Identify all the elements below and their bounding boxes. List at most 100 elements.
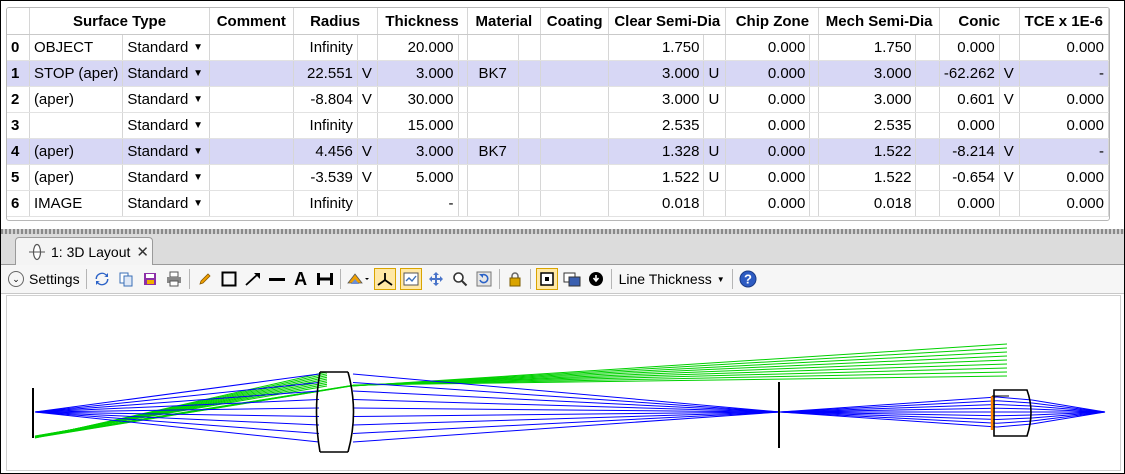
col-header-mech-semi-dia[interactable]: Mech Semi-Dia	[818, 8, 940, 35]
col-header-thickness[interactable]: Thickness	[377, 8, 468, 35]
clear-semi-dia-solve-cell[interactable]	[703, 190, 727, 217]
chevron-down-icon[interactable]: ▼	[193, 172, 203, 183]
layout-canvas[interactable]	[6, 295, 1121, 471]
thickness-solve-cell[interactable]	[458, 34, 468, 61]
material-cell[interactable]: BK7	[467, 138, 519, 165]
radius-cell[interactable]: 22.551	[293, 60, 358, 87]
material-solve-cell[interactable]	[518, 34, 542, 61]
surface-label-cell[interactable]: (aper)	[29, 138, 124, 165]
chip-zone-cell[interactable]: 0.000	[725, 86, 811, 113]
tce-cell[interactable]: 0.000	[1019, 34, 1109, 61]
thickness-solve-cell[interactable]	[458, 112, 468, 139]
arrow-icon[interactable]	[243, 268, 263, 290]
conic-solve-cell[interactable]	[999, 190, 1020, 217]
coating-cell[interactable]	[540, 86, 610, 113]
radius-solve-cell[interactable]	[357, 190, 378, 217]
surface-label-cell[interactable]: IMAGE	[29, 190, 124, 217]
thickness-solve-cell[interactable]	[458, 190, 468, 217]
thickness-cell[interactable]: 3.000	[377, 138, 459, 165]
material-solve-cell[interactable]	[518, 112, 542, 139]
conic-solve-cell[interactable]: V	[999, 86, 1020, 113]
chip-zone-solve-cell[interactable]	[809, 138, 820, 165]
mech-semi-dia-cell[interactable]: 3.000	[818, 86, 917, 113]
surface-number-cell[interactable]: 5	[7, 164, 30, 191]
chevron-down-icon[interactable]: ▼	[193, 120, 203, 131]
radius-solve-cell[interactable]	[357, 34, 378, 61]
close-icon[interactable]: ✕	[136, 243, 149, 261]
thickness-solve-cell[interactable]	[458, 86, 468, 113]
surface-label-cell[interactable]: OBJECT	[29, 34, 124, 61]
chip-zone-cell[interactable]: 0.000	[725, 34, 811, 61]
coating-cell[interactable]	[540, 34, 610, 61]
coating-cell[interactable]	[540, 190, 610, 217]
clear-semi-dia-cell[interactable]: 2.535	[608, 112, 705, 139]
chevron-down-icon[interactable]: ▼	[193, 42, 203, 53]
material-cell[interactable]	[467, 112, 519, 139]
material-solve-cell[interactable]	[518, 86, 542, 113]
surface-type-dropdown[interactable]: Standard ▼	[122, 138, 211, 165]
radius-solve-cell[interactable]: V	[357, 86, 378, 113]
dimension-icon[interactable]	[315, 268, 335, 290]
clear-semi-dia-solve-cell[interactable]	[703, 34, 727, 61]
material-solve-cell[interactable]	[518, 138, 542, 165]
thickness-cell[interactable]: 15.000	[377, 112, 459, 139]
radius-cell[interactable]: Infinity	[293, 34, 358, 61]
table-row[interactable]: 1 STOP (aper) Standard ▼ 22.551 V 3.000 BK7 3.00…	[7, 60, 1109, 87]
comment-cell[interactable]	[209, 112, 294, 139]
mech-semi-dia-solve-cell[interactable]	[915, 112, 940, 139]
comment-cell[interactable]	[209, 164, 294, 191]
clear-semi-dia-solve-cell[interactable]: U	[703, 138, 727, 165]
rectangle-icon[interactable]	[219, 268, 239, 290]
mech-semi-dia-cell[interactable]: 1.522	[818, 138, 917, 165]
material-solve-cell[interactable]	[518, 60, 542, 87]
clear-semi-dia-cell[interactable]: 1.750	[608, 34, 705, 61]
radius-solve-cell[interactable]: V	[357, 138, 378, 165]
surface-type-dropdown[interactable]: Standard ▼	[122, 34, 211, 61]
conic-cell[interactable]: 0.601	[939, 86, 1000, 113]
coating-cell[interactable]	[540, 112, 610, 139]
axes-icon[interactable]	[373, 268, 396, 290]
radius-cell[interactable]: Infinity	[293, 112, 358, 139]
material-cell[interactable]	[467, 34, 519, 61]
conic-cell[interactable]: -8.214	[939, 138, 1000, 165]
tce-cell[interactable]: -	[1019, 138, 1109, 165]
clear-semi-dia-solve-cell[interactable]: U	[703, 60, 727, 87]
coating-cell[interactable]	[540, 164, 610, 191]
surface-label-cell[interactable]: (aper)	[29, 164, 124, 191]
conic-solve-cell[interactable]: V	[999, 164, 1020, 191]
window-layout-icon[interactable]	[562, 268, 582, 290]
chevron-down-icon[interactable]: ▼	[193, 146, 203, 157]
col-header-clear-semi-dia[interactable]: Clear Semi-Dia	[608, 8, 727, 35]
col-header-index[interactable]	[7, 8, 30, 35]
mech-semi-dia-cell[interactable]: 0.018	[818, 190, 917, 217]
thickness-solve-cell[interactable]	[458, 164, 468, 191]
settings-button[interactable]: ⌄ Settings	[8, 271, 80, 287]
mech-semi-dia-solve-cell[interactable]	[915, 138, 940, 165]
radius-solve-cell[interactable]	[357, 112, 378, 139]
chip-zone-solve-cell[interactable]	[809, 164, 820, 191]
radius-solve-cell[interactable]: V	[357, 60, 378, 87]
view-icon[interactable]	[399, 268, 422, 290]
comment-cell[interactable]	[209, 34, 294, 61]
mech-semi-dia-cell[interactable]: 1.522	[818, 164, 917, 191]
col-header-material[interactable]: Material	[467, 8, 542, 35]
radius-cell[interactable]: -8.804	[293, 86, 358, 113]
clear-semi-dia-solve-cell[interactable]: U	[703, 86, 727, 113]
thickness-solve-cell[interactable]	[458, 138, 468, 165]
surface-type-dropdown[interactable]: Standard ▼	[122, 60, 211, 87]
mech-semi-dia-solve-cell[interactable]	[915, 164, 940, 191]
clear-semi-dia-cell[interactable]: 0.018	[608, 190, 705, 217]
surface-label-cell[interactable]: STOP (aper)	[29, 60, 124, 87]
surface-label-cell[interactable]: (aper)	[29, 86, 124, 113]
text-tool-icon[interactable]: A	[291, 268, 311, 290]
thickness-cell[interactable]: -	[377, 190, 459, 217]
table-row[interactable]: 3 Standard ▼ Infinity 15.000 2.535 0.000 2.535 0…	[7, 112, 1109, 139]
surface-number-cell[interactable]: 4	[7, 138, 30, 165]
surface-type-dropdown[interactable]: Standard ▼	[122, 190, 211, 217]
zoom-icon[interactable]	[450, 268, 470, 290]
col-header-coating[interactable]: Coating	[540, 8, 610, 35]
mech-semi-dia-cell[interactable]: 3.000	[818, 60, 917, 87]
mech-semi-dia-solve-cell[interactable]	[915, 86, 940, 113]
material-solve-cell[interactable]	[518, 190, 542, 217]
surface-type-dropdown[interactable]: Standard ▼	[122, 86, 211, 113]
